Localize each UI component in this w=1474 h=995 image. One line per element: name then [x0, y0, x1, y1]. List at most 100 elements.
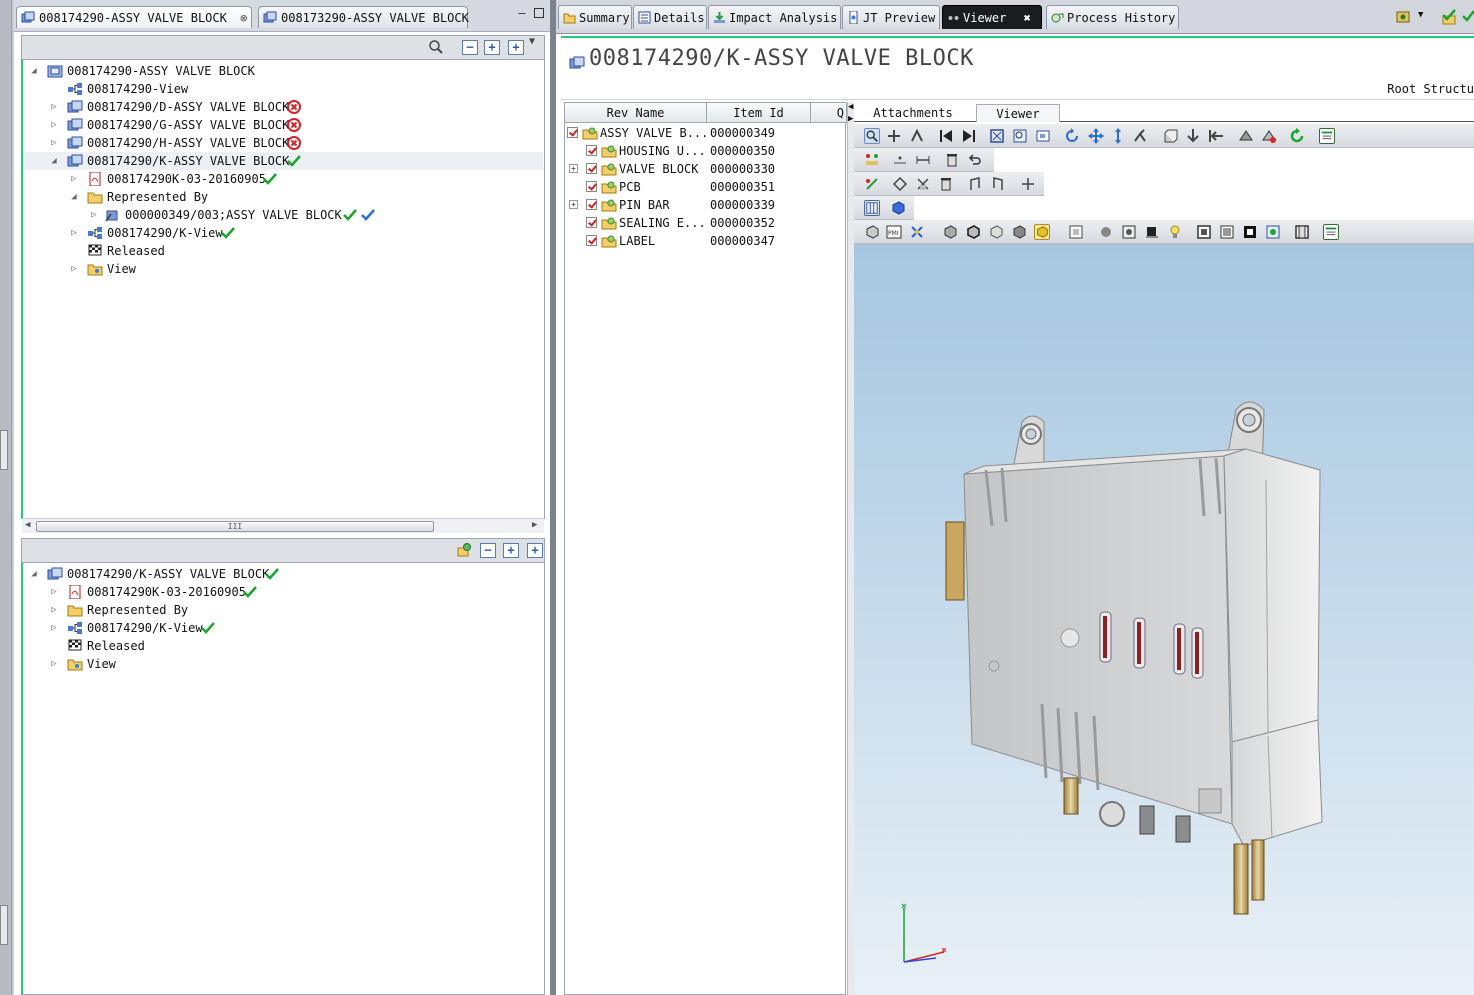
search-icon[interactable]: [428, 39, 444, 55]
refresh-icon[interactable]: [1289, 128, 1305, 144]
select-part-icon[interactable]: [909, 128, 925, 144]
shaded-edges-icon[interactable]: [965, 224, 981, 240]
tree-row[interactable]: ▷ 008174290/H-ASSY VALVE BLOCK: [23, 134, 543, 152]
properties-panel-icon[interactable]: [1319, 128, 1335, 144]
capture-icon[interactable]: [1265, 224, 1281, 240]
tree-row[interactable]: ▷ View: [23, 655, 543, 673]
bom-row[interactable]: + PIN BAR 000000339: [565, 196, 845, 214]
column-header-rev-name[interactable]: Rev Name: [565, 103, 707, 123]
row-checkbox[interactable]: [586, 199, 597, 210]
new-item-icon[interactable]: [456, 542, 472, 558]
tree-row[interactable]: 008174290-View: [23, 80, 543, 98]
row-checkbox[interactable]: [586, 181, 597, 192]
collapse-all-icon[interactable]: −: [480, 543, 496, 558]
expand-arrow-icon[interactable]: ▷: [69, 170, 79, 188]
snapshot-icon[interactable]: [1219, 224, 1235, 240]
tree-row[interactable]: ◢ Represented By: [23, 188, 543, 206]
explode-reset-icon[interactable]: [1261, 128, 1277, 144]
lighting-icon[interactable]: [1167, 224, 1183, 240]
tree-row[interactable]: ▷ 000000349/003;ASSY VALVE BLOCK: [23, 206, 543, 224]
tree-row[interactable]: ▷ 008174290/D-ASSY VALVE BLOCK: [23, 98, 543, 116]
bom-row[interactable]: ASSY VALVE B... 000000349: [565, 124, 845, 142]
fly-icon[interactable]: [1132, 128, 1148, 144]
section-offset-icon[interactable]: [1020, 176, 1036, 192]
workflow-dropdown-icon[interactable]: [1396, 9, 1414, 25]
layout-panel-icon[interactable]: [864, 200, 880, 216]
expand-all-icon[interactable]: +: [527, 543, 543, 558]
bom-row[interactable]: PCB 000000351: [565, 178, 845, 196]
frame-view-icon[interactable]: [1196, 224, 1212, 240]
bom-row[interactable]: HOUSING U... 000000350: [565, 142, 845, 160]
wireframe-icon[interactable]: [1011, 224, 1027, 240]
row-checkbox[interactable]: [586, 235, 597, 246]
column-header-item-id[interactable]: Item Id: [707, 103, 811, 123]
fullscreen-icon[interactable]: [1242, 224, 1258, 240]
scroll-thumb[interactable]: III: [36, 521, 434, 532]
collapse-left-icon[interactable]: ◀: [848, 102, 853, 112]
section-tool-icon[interactable]: [864, 176, 880, 192]
tree-row[interactable]: ◢ 008174290/K-ASSY VALVE BLOCK: [23, 565, 543, 583]
measure-distance-icon[interactable]: [915, 152, 931, 168]
section-cap-icon[interactable]: [990, 176, 1006, 192]
collapse-all-icon[interactable]: −: [462, 40, 478, 55]
measure-point-icon[interactable]: [892, 152, 908, 168]
chevron-down-icon[interactable]: ▼: [1418, 10, 1423, 20]
expand-arrow-icon[interactable]: ▷: [49, 583, 59, 601]
fit-all-icon[interactable]: [989, 128, 1005, 144]
pmi-icon[interactable]: PMI: [886, 224, 902, 240]
bom-row[interactable]: SEALING E... 000000352: [565, 214, 845, 232]
tree-row[interactable]: Released: [23, 242, 543, 260]
view-front-icon[interactable]: [1162, 128, 1178, 144]
tab-summary[interactable]: Summary: [558, 5, 632, 29]
tree-row[interactable]: ◢ 008174290-ASSY VALVE BLOCK: [23, 62, 543, 80]
section-delete-icon[interactable]: [938, 176, 954, 192]
expand-arrow-icon[interactable]: ▷: [69, 224, 79, 242]
horizontal-scrollbar[interactable]: ◀ III ▶: [22, 518, 544, 533]
shadow-icon[interactable]: [1144, 224, 1160, 240]
expand-icon[interactable]: +: [484, 40, 500, 55]
split-view-icon[interactable]: [1294, 224, 1310, 240]
zoom-vertical-icon[interactable]: [1110, 128, 1126, 144]
tree-row[interactable]: ▷ 008174290/G-ASSY VALVE BLOCK: [23, 116, 543, 134]
close-icon[interactable]: ⊗: [240, 11, 247, 25]
bounding-box-icon[interactable]: [1068, 224, 1084, 240]
tab-process-history[interactable]: Process History: [1046, 5, 1179, 29]
collapse-right-icon[interactable]: ▶: [848, 114, 853, 124]
expand-plus-icon[interactable]: +: [569, 200, 578, 209]
tab-assy-valve-block-2[interactable]: 008173290-ASSY VALVE BLOCK: [258, 6, 469, 28]
hidden-line-icon[interactable]: [988, 224, 1004, 240]
expand-arrow-icon[interactable]: ▷: [89, 206, 99, 224]
tree-row[interactable]: ▷ 008174290K-03-20160905: [23, 583, 543, 601]
approve-next-icon[interactable]: [1462, 8, 1474, 26]
tree-row[interactable]: ▷ View: [23, 260, 543, 278]
tree-row[interactable]: Released: [23, 637, 543, 655]
zoom-box-icon[interactable]: [1035, 128, 1051, 144]
delete-markup-icon[interactable]: [944, 152, 960, 168]
minimize-icon[interactable]: —: [516, 7, 528, 20]
bom-row[interactable]: + VALVE BLOCK 000000330: [565, 160, 845, 178]
row-checkbox[interactable]: [586, 145, 597, 156]
background-icon[interactable]: [1121, 224, 1137, 240]
column-header-quantity[interactable]: Q: [811, 103, 847, 123]
last-step-icon[interactable]: [961, 128, 977, 144]
approve-task-icon[interactable]: [1440, 8, 1458, 26]
collapse-arrow-icon[interactable]: ◢: [29, 565, 39, 583]
pan-tool-icon[interactable]: [886, 128, 902, 144]
tab-details[interactable]: Details: [633, 5, 707, 29]
zoom-icon[interactable]: [864, 128, 880, 144]
section-plane-icon[interactable]: [892, 176, 908, 192]
tab-assy-valve-block-1[interactable]: 008174290-ASSY VALVE BLOCK ⊗: [16, 6, 252, 28]
collapse-arrow-icon[interactable]: ◢: [49, 152, 59, 170]
explode-icon[interactable]: [1238, 128, 1254, 144]
material-sphere-icon[interactable]: [1098, 224, 1114, 240]
tree-row[interactable]: ▷ 008174290K-03-20160905: [23, 170, 543, 188]
view-down-icon[interactable]: [1185, 128, 1201, 144]
tree-row[interactable]: ▷ Represented By: [23, 601, 543, 619]
expand-arrow-icon[interactable]: ▷: [49, 601, 59, 619]
section-clip-icon[interactable]: [915, 176, 931, 192]
tree-row-selected[interactable]: ◢ 008174290/K-ASSY VALVE BLOCK: [23, 152, 543, 170]
maximize-icon[interactable]: [534, 8, 544, 18]
edge-marker[interactable]: [0, 905, 8, 945]
structure-panel-icon[interactable]: [1323, 224, 1339, 240]
translate-icon[interactable]: [1088, 128, 1104, 144]
